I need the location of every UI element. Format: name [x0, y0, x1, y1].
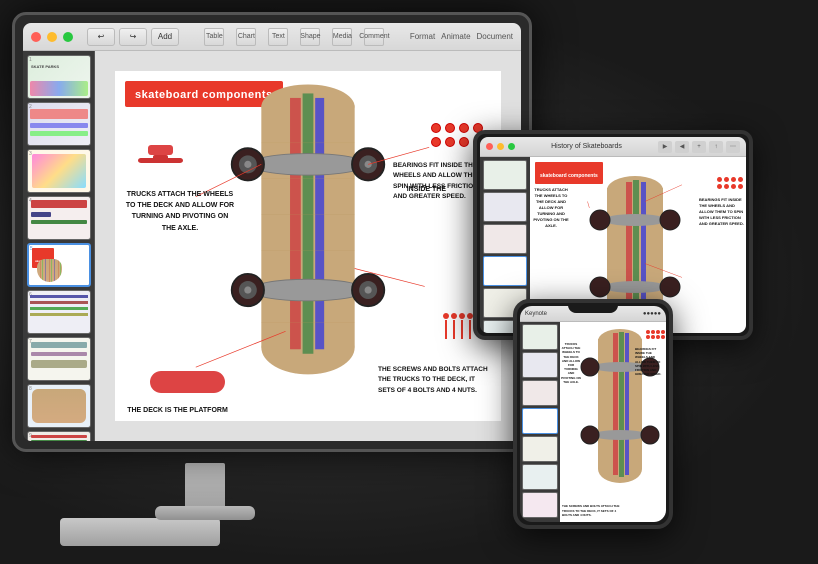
tablet-more-btn[interactable]: ⋯	[726, 141, 740, 153]
animate-label[interactable]: Animate	[441, 32, 470, 41]
add-button[interactable]: Add	[151, 28, 179, 46]
phone-thumb-1[interactable]	[522, 324, 558, 350]
phone-main-slide: TRUCKS ATTACH THE WHEELS TO THE DECK AND…	[560, 322, 666, 522]
tablet-back-btn[interactable]: ◀	[675, 141, 689, 153]
slide-title: skateboard components	[135, 89, 273, 101]
phone-trucks-text: TRUCKS ATTACH THE WHEELS TO THE DECK AND…	[561, 342, 581, 384]
phone-thumb-7[interactable]	[522, 492, 558, 518]
deck-label: THE DECK IS THE PLATFORM	[120, 405, 235, 416]
tablet-thumb-3[interactable]	[483, 224, 527, 254]
media-icon[interactable]: Media	[332, 28, 352, 46]
slide-thumbnail-2[interactable]: 2	[27, 102, 91, 146]
minimize-button[interactable]	[47, 32, 57, 42]
screws-label: THE SCREWS AND BOLTS ATTACH THE TRUCKS T…	[378, 365, 493, 396]
tablet-share-btn[interactable]: ↑	[709, 141, 723, 153]
phone-thumb-4-active[interactable]	[522, 408, 558, 434]
tablet-minimize[interactable]	[497, 143, 504, 150]
phone-battery: ●●●●●	[643, 311, 661, 317]
tablet-maximize[interactable]	[508, 143, 515, 150]
slide-thumbnail-6[interactable]: 6	[27, 290, 91, 334]
monitor-stand-base	[155, 506, 255, 520]
slide-thumbnail-7[interactable]: 7	[27, 337, 91, 381]
phone-screen: Keynote ●●●●●	[520, 306, 666, 522]
mac-mini	[60, 518, 220, 546]
phone-thumb-3[interactable]	[522, 380, 558, 406]
tablet-thumb-4-active[interactable]	[483, 256, 527, 286]
truck-diagram	[133, 143, 188, 193]
chart-icon[interactable]: Chart	[236, 28, 256, 46]
phone-screws-text: THE SCREWS AND BOLTS ATTACH THE TRUCKS T…	[562, 504, 622, 517]
tablet-thumb-2[interactable]	[483, 192, 527, 222]
toolbar-center: Table Chart Text Shape Media Comment	[185, 28, 404, 46]
phone-carrier: Keynote	[525, 311, 547, 317]
tablet-toolbar: History of Skateboards ▶ ◀ + ↑ ⋯	[480, 137, 746, 157]
maximize-button[interactable]	[63, 32, 73, 42]
slide-canvas: skateboard components	[95, 51, 521, 441]
slide-title-box: skateboard components	[125, 81, 283, 107]
phone: Keynote ●●●●●	[513, 299, 673, 529]
tablet-bearings-dots	[717, 177, 743, 189]
slide-main: skateboard components	[115, 71, 501, 421]
tablet-add-btn[interactable]: +	[692, 141, 706, 153]
close-button[interactable]	[31, 32, 41, 42]
deck-diagram	[150, 371, 225, 393]
toolbar-right: Format Animate Document	[410, 32, 513, 41]
slide-thumbnail-9[interactable]: 9	[27, 431, 91, 441]
tablet-close[interactable]	[486, 143, 493, 150]
toolbar-actions: ↩ ↪ Add	[87, 28, 179, 46]
undo-button[interactable]: ↩	[87, 28, 115, 46]
table-icon[interactable]: Table	[204, 28, 224, 46]
text-icon[interactable]: Text	[268, 28, 288, 46]
slide-thumbnail-3[interactable]: 3	[27, 149, 91, 193]
phone-content: TRUCKS ATTACH THE WHEELS TO THE DECK AND…	[520, 322, 666, 522]
comment-icon[interactable]: Comment	[364, 28, 384, 46]
inside-the-label: INSIDE THE	[407, 186, 446, 193]
screws-diagram	[441, 311, 476, 346]
tablet-title: History of Skateboards	[519, 143, 654, 150]
macos-toolbar: ↩ ↪ Add Table Chart Text Shape Media Com…	[23, 23, 521, 51]
monitor-screen: ↩ ↪ Add Table Chart Text Shape Media Com…	[23, 23, 521, 441]
slide-thumbnail-1[interactable]: 1 SKATE PARKS	[27, 55, 91, 99]
phone-thumb-5[interactable]	[522, 436, 558, 462]
tablet-toolbar-right: ▶ ◀ + ↑ ⋯	[658, 141, 740, 153]
slide-thumbnail-4[interactable]: 4	[27, 196, 91, 240]
slide-thumbnail-8[interactable]: 8	[27, 384, 91, 428]
trucks-label: TRUCKS ATTACH THE WHEELS TO THE DECK AND…	[125, 189, 235, 234]
monitor: ↩ ↪ Add Table Chart Text Shape Media Com…	[12, 12, 532, 452]
tablet-play-btn[interactable]: ▶	[658, 141, 672, 153]
slide-panel[interactable]: 1 SKATE PARKS 2	[23, 51, 95, 441]
slide-thumbnail-5[interactable]: 5 skateboard	[27, 243, 91, 287]
format-label[interactable]: Format	[410, 32, 435, 41]
phone-bearings-text: BEARINGS FIT INSIDE THE WHEELS AND ALLOW…	[635, 347, 665, 376]
keynote-content: 1 SKATE PARKS 2	[23, 51, 521, 441]
phone-notch	[568, 303, 618, 313]
tablet-trucks-text: TRUCKS ATTACH THE WHEELS TO THE DECK AND…	[532, 187, 570, 229]
document-label[interactable]: Document	[477, 32, 513, 41]
phone-slide-panel[interactable]	[520, 322, 560, 522]
tablet-thumb-1[interactable]	[483, 160, 527, 190]
tablet-bearings-text: BEARINGS FIT INSIDE THE WHEELS AND ALLOW…	[699, 197, 744, 227]
phone-thumb-6[interactable]	[522, 464, 558, 490]
redo-button[interactable]: ↪	[119, 28, 147, 46]
phone-bearings	[646, 330, 665, 339]
shape-icon[interactable]: Shape	[300, 28, 320, 46]
phone-thumb-2[interactable]	[522, 352, 558, 378]
